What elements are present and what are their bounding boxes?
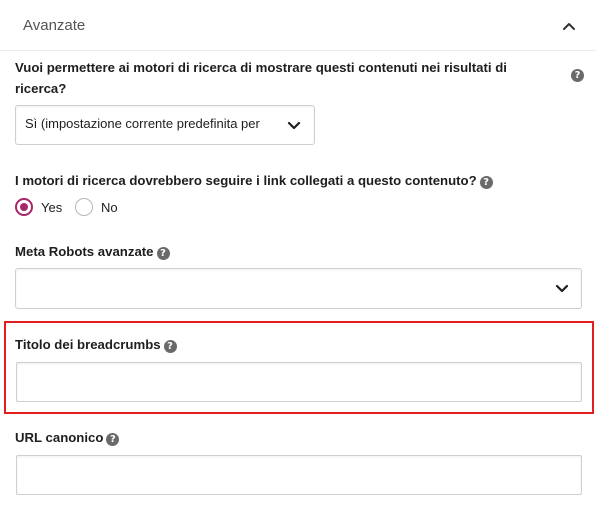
- follow-links-label: I motori di ricerca dovrebbero seguire i…: [15, 170, 493, 191]
- search-visibility-selected-value: Sì (impostazione corrente predefinita pe…: [25, 116, 260, 131]
- question-circle-icon[interactable]: ?: [106, 433, 120, 446]
- follow-links-yes-label[interactable]: Yes: [41, 200, 62, 215]
- follow-links-yes-radio[interactable]: [15, 198, 33, 216]
- breadcrumbs-title-label: Titolo dei breadcrumbs?: [15, 334, 177, 355]
- chevron-down-icon: [287, 121, 301, 130]
- follow-links-no-radio[interactable]: [75, 198, 93, 216]
- question-circle-icon[interactable]: ?: [156, 247, 170, 260]
- chevron-up-icon[interactable]: [561, 19, 577, 33]
- breadcrumbs-title-input[interactable]: [16, 362, 582, 402]
- question-circle-icon[interactable]: ?: [571, 69, 584, 82]
- chevron-down-icon: [555, 284, 569, 293]
- search-visibility-select[interactable]: Sì (impostazione corrente predefinita pe…: [15, 105, 315, 145]
- meta-robots-select[interactable]: [15, 268, 582, 309]
- search-visibility-label: Vuoi permettere ai motori di ricerca di …: [15, 60, 507, 96]
- question-circle-icon[interactable]: ?: [479, 176, 493, 189]
- canonical-url-input[interactable]: [16, 455, 582, 495]
- advanced-panel-header[interactable]: Avanzate: [0, 0, 596, 51]
- panel-title: Avanzate: [23, 17, 86, 34]
- follow-links-no-label[interactable]: No: [101, 200, 118, 215]
- meta-robots-label: Meta Robots avanzate?: [15, 241, 170, 262]
- canonical-url-label: URL canonico?: [15, 427, 120, 448]
- question-circle-icon[interactable]: ?: [163, 340, 177, 353]
